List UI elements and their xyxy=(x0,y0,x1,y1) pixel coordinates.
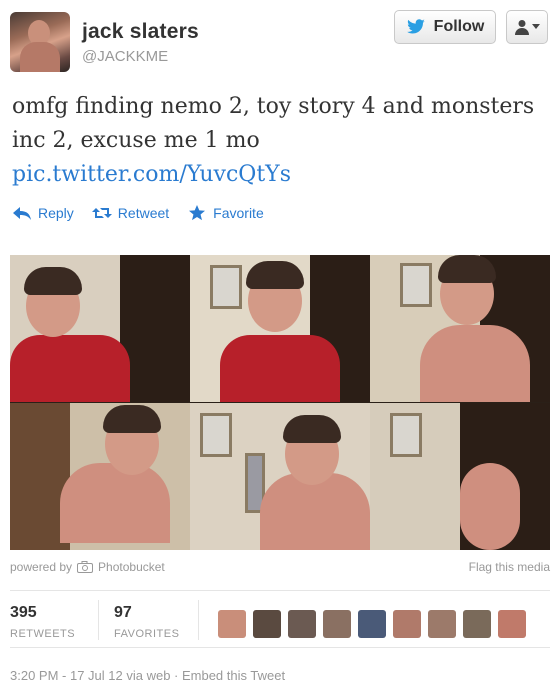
favorites-label: FAVORITES xyxy=(114,628,180,640)
favorites-stat[interactable]: 97 FAVORITES xyxy=(114,604,179,640)
follow-label: Follow xyxy=(433,18,485,35)
follow-button[interactable]: Follow xyxy=(394,10,496,44)
chevron-down-icon xyxy=(531,24,540,29)
favoriter-avatar[interactable] xyxy=(288,610,316,638)
reply-label: Reply xyxy=(38,205,74,221)
tweet-actions: Reply Retweet Favorite xyxy=(12,205,264,221)
user-actions-menu[interactable] xyxy=(506,10,548,44)
tweet-text: omfg finding nemo 2, toy story 4 and mon… xyxy=(12,90,542,192)
photo-frame xyxy=(370,403,550,550)
powered-by-label: powered by xyxy=(10,560,73,574)
retweets-label: RETWEETS xyxy=(10,628,76,640)
media-footer: powered by Photobucket Flag this media xyxy=(10,560,550,580)
favoriter-avatar[interactable] xyxy=(463,610,491,638)
media-photo-collage[interactable] xyxy=(10,255,550,550)
divider xyxy=(198,600,199,640)
divider xyxy=(98,600,99,640)
favorites-count: 97 xyxy=(114,604,132,621)
user-name[interactable]: jack slaters xyxy=(82,20,199,44)
retweet-button[interactable]: Retweet xyxy=(91,205,170,221)
retweets-stat[interactable]: 395 RETWEETS xyxy=(10,604,75,640)
provider-name: Photobucket xyxy=(98,560,165,574)
photo-frame xyxy=(190,255,370,402)
retweets-count: 395 xyxy=(10,604,37,621)
divider xyxy=(10,590,550,591)
favoriter-avatar[interactable] xyxy=(498,610,526,638)
photo-frame xyxy=(190,403,370,550)
favoriter-avatar[interactable] xyxy=(218,610,246,638)
favoriter-avatar[interactable] xyxy=(393,610,421,638)
favorite-label: Favorite xyxy=(213,205,264,221)
tweet-body: omfg finding nemo 2, toy story 4 and mon… xyxy=(12,94,535,153)
favoriter-avatar[interactable] xyxy=(428,610,456,638)
reply-icon xyxy=(13,207,31,220)
favorite-button[interactable]: Favorite xyxy=(187,205,264,221)
photo-frame xyxy=(370,255,550,402)
reply-button[interactable]: Reply xyxy=(12,205,74,221)
camera-icon xyxy=(77,561,94,573)
favoriter-avatar[interactable] xyxy=(253,610,281,638)
favoriters-avatar-list xyxy=(218,610,526,638)
photobucket-credit[interactable]: powered by Photobucket xyxy=(10,560,165,574)
favoriter-avatar[interactable] xyxy=(323,610,351,638)
user-icon xyxy=(514,20,529,35)
tweet-header: jack slaters @JACKKME Follow xyxy=(0,0,554,82)
user-handle[interactable]: @JACKKME xyxy=(82,48,168,65)
favoriter-avatar[interactable] xyxy=(358,610,386,638)
photo-frame xyxy=(10,255,190,402)
avatar[interactable] xyxy=(10,12,70,72)
flag-media-link[interactable]: Flag this media xyxy=(469,560,550,574)
divider xyxy=(10,647,550,648)
tweet-media-link[interactable]: pic.twitter.com/YuvcQtYs xyxy=(12,158,542,192)
twitter-bird-icon xyxy=(406,19,425,34)
star-icon xyxy=(189,205,206,221)
retweet-label: Retweet xyxy=(117,205,170,221)
photo-frame xyxy=(10,403,190,550)
retweet-icon xyxy=(91,208,112,218)
tweet-meta: 3:20 PM - 17 Jul 12 via web · Embed this… xyxy=(10,668,286,683)
